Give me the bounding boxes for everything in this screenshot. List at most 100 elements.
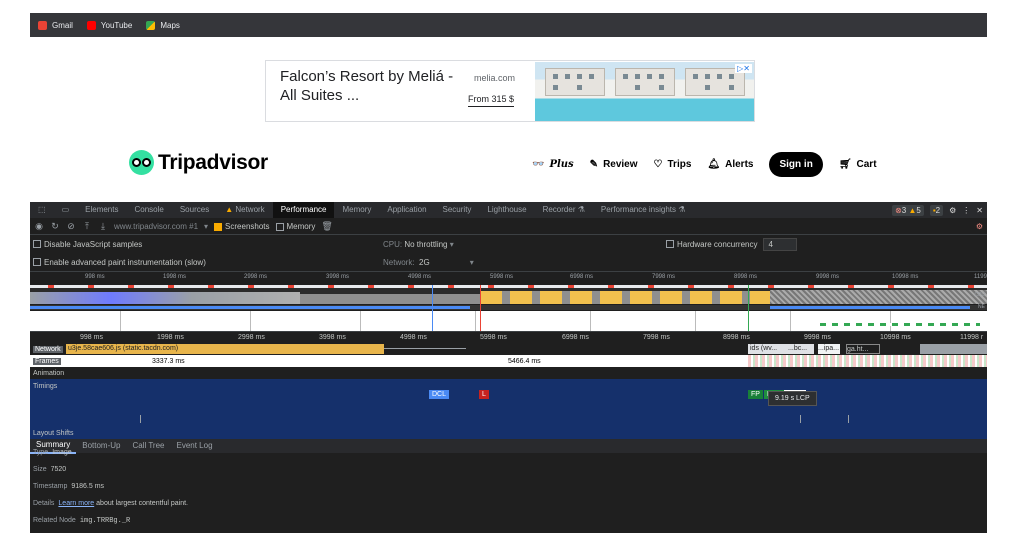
browser-frame: Gmail YouTube Maps Falcon’s Resort by Me… (30, 13, 987, 533)
device-toggle-icon[interactable]: ▭ (54, 202, 78, 218)
advanced-paint-label: Enable advanced paint instrumentation (s… (44, 257, 206, 267)
timings-track[interactable]: Timings DCL L FP FCP LCP (30, 379, 987, 429)
tab-bottom-up[interactable]: Bottom-Up (76, 439, 126, 453)
record-icon[interactable]: ◉ (34, 221, 44, 232)
network-request-bar[interactable]: u3je.58cae606.js (static.tacdn.com) (66, 344, 384, 354)
frames-track[interactable]: Frames 3337.3 ms 5466.4 ms (30, 355, 987, 367)
tab-memory[interactable]: Memory (334, 202, 379, 218)
cpu-strip-label: CPU (974, 292, 985, 298)
tab-network[interactable]: ▲ Network (217, 202, 272, 218)
advanced-paint-checkbox[interactable]: Enable advanced paint instrumentation (s… (33, 258, 206, 267)
summary-timestamp-row: Timestamp 9186.5 ms (33, 483, 104, 490)
settings-row-2: Enable advanced paint instrumentation (s… (30, 253, 987, 271)
ruler-tick: 3998 ms (319, 334, 346, 341)
layout-shifts-track[interactable]: Layout Shifts (30, 429, 987, 439)
tab-performance[interactable]: Performance (272, 202, 335, 218)
network-throttling[interactable]: Network: 2G ▾ (383, 258, 474, 267)
tab-event-log[interactable]: Event Log (170, 439, 218, 453)
download-icon[interactable]: ⤓ (98, 221, 108, 232)
hw-concurrency-input[interactable]: 4 (763, 237, 798, 251)
checkbox-icon (33, 240, 41, 248)
alerts-link[interactable]: 🔔︎ Alerts (707, 159, 753, 170)
timing-tick (140, 415, 141, 423)
trash-icon[interactable]: 🗑︎ (321, 221, 332, 232)
load-marker[interactable]: L (479, 390, 489, 399)
review-link[interactable]: ✎ Review (590, 159, 638, 170)
reload-icon[interactable]: ↻ (50, 221, 60, 232)
tab-recorder[interactable]: Recorder ⚗ (535, 202, 593, 218)
bookmark-label: Maps (160, 20, 180, 30)
overview-tick: 7998 ms (652, 274, 676, 280)
network-request-bar[interactable]: ga.ht... (846, 344, 880, 354)
summary-node-row: Related Node img.TRRBg._R (33, 517, 130, 525)
tab-application[interactable]: Application (379, 202, 434, 218)
trips-link[interactable]: ♡ Trips (654, 159, 692, 170)
network-request-bar[interactable]: ...ipa... (818, 344, 840, 354)
adchoices-icon[interactable]: ▷✕ (735, 64, 752, 73)
close-icon[interactable]: ✕ (976, 206, 983, 215)
tab-performance-insights[interactable]: Performance insights ⚗ (593, 202, 694, 218)
timing-tick (800, 415, 801, 423)
info-badge[interactable]: ▪2 (929, 204, 944, 216)
bookmark-gmail[interactable]: Gmail (38, 20, 73, 30)
heart-icon: ♡ (653, 158, 663, 170)
settings-gear-icon[interactable]: ⚙ (949, 206, 956, 215)
size-value: 7520 (50, 466, 67, 473)
network-request-bar[interactable]: ids (wv... (748, 344, 788, 354)
overview-tick: 3998 ms (326, 274, 350, 280)
bookmarks-bar: Gmail YouTube Maps (30, 13, 987, 37)
cpu-throttling[interactable]: CPU: No throttling ▾ (383, 240, 454, 249)
bookmark-maps[interactable]: Maps (146, 20, 180, 30)
fp-marker[interactable]: FP (748, 390, 763, 399)
ad-price[interactable]: From 315 $ (468, 94, 515, 107)
site-top-nav: 👓 Plus ✎ Review ♡ Trips 🔔︎ Alerts Sign i… (532, 150, 877, 178)
tab-sources[interactable]: Sources (172, 202, 217, 218)
network-track[interactable]: Network u3je.58cae606.js (static.tacdn.c… (30, 343, 987, 355)
screenshots-checkbox[interactable]: Screenshots (214, 222, 270, 231)
tab-console[interactable]: Console (126, 202, 171, 218)
inspect-icon[interactable]: ⬚ (30, 202, 54, 218)
details-label: Details (33, 500, 55, 507)
cpu-label: CPU: (383, 239, 403, 249)
ad-hotel-image[interactable]: ▷✕ (535, 62, 754, 121)
owl-logo-icon (129, 150, 154, 175)
related-node-link[interactable]: img.TRRBg._R (80, 517, 130, 525)
animation-track[interactable]: Animation (30, 367, 987, 379)
tab-lighthouse[interactable]: Lighthouse (479, 202, 534, 218)
memory-checkbox[interactable]: Memory (275, 222, 315, 231)
hotel-ad-banner[interactable]: Falcon’s Resort by Meliá - All Suites ..… (265, 60, 755, 122)
bookmark-youtube[interactable]: YouTube (86, 20, 133, 30)
ad-title[interactable]: Falcon’s Resort by Meliá - All Suites ..… (280, 67, 455, 105)
alerts-label: Alerts (725, 158, 754, 170)
frame-duration[interactable]: 5466.4 ms (508, 358, 541, 365)
target-select[interactable]: www.tripadvisor.com #1 (114, 222, 198, 231)
dcl-marker[interactable]: DCL (429, 390, 450, 399)
tripadvisor-logo[interactable]: Tripadvisor (129, 150, 268, 175)
issue-counts[interactable]: ⊗3 ▲5 (892, 204, 924, 216)
clear-icon[interactable]: ⊘ (66, 221, 76, 232)
tab-security[interactable]: Security (435, 202, 480, 218)
timeline-overview[interactable]: 998 ms 1998 ms 2998 ms 3998 ms 4998 ms 5… (30, 271, 987, 331)
plus-link[interactable]: 👓 Plus (532, 159, 574, 170)
disable-js-samples-checkbox[interactable]: Disable JavaScript samples (33, 240, 142, 249)
sign-in-button[interactable]: Sign in (769, 151, 823, 177)
tab-elements[interactable]: Elements (77, 202, 126, 218)
more-menu-icon[interactable]: ⋮ (962, 206, 970, 215)
bookmark-label: YouTube (100, 20, 133, 30)
review-label: Review (603, 158, 638, 170)
net-strip-label: NE (978, 304, 985, 310)
tab-call-tree[interactable]: Call Tree (126, 439, 170, 453)
ad-domain: melia.com (474, 73, 516, 83)
capture-settings-gear-icon[interactable]: ⚙ (976, 222, 983, 231)
upload-icon[interactable]: ⤒ (82, 221, 92, 232)
timeline-tracks[interactable]: Network u3je.58cae606.js (static.tacdn.c… (30, 343, 987, 429)
cart-link[interactable]: 🛒︎ Cart (839, 159, 877, 170)
network-request-bar[interactable] (920, 344, 987, 354)
error-icon: ⊗ (895, 205, 902, 215)
plus-label: Plus (549, 158, 574, 170)
hardware-concurrency[interactable]: Hardware concurrency 4 (666, 237, 798, 251)
network-request-bar[interactable]: ...bc... (788, 344, 814, 354)
frame-duration[interactable]: 3337.3 ms (152, 358, 185, 365)
timestamp-value: 9186.5 ms (71, 483, 105, 490)
learn-more-link[interactable]: Learn more (58, 500, 94, 507)
